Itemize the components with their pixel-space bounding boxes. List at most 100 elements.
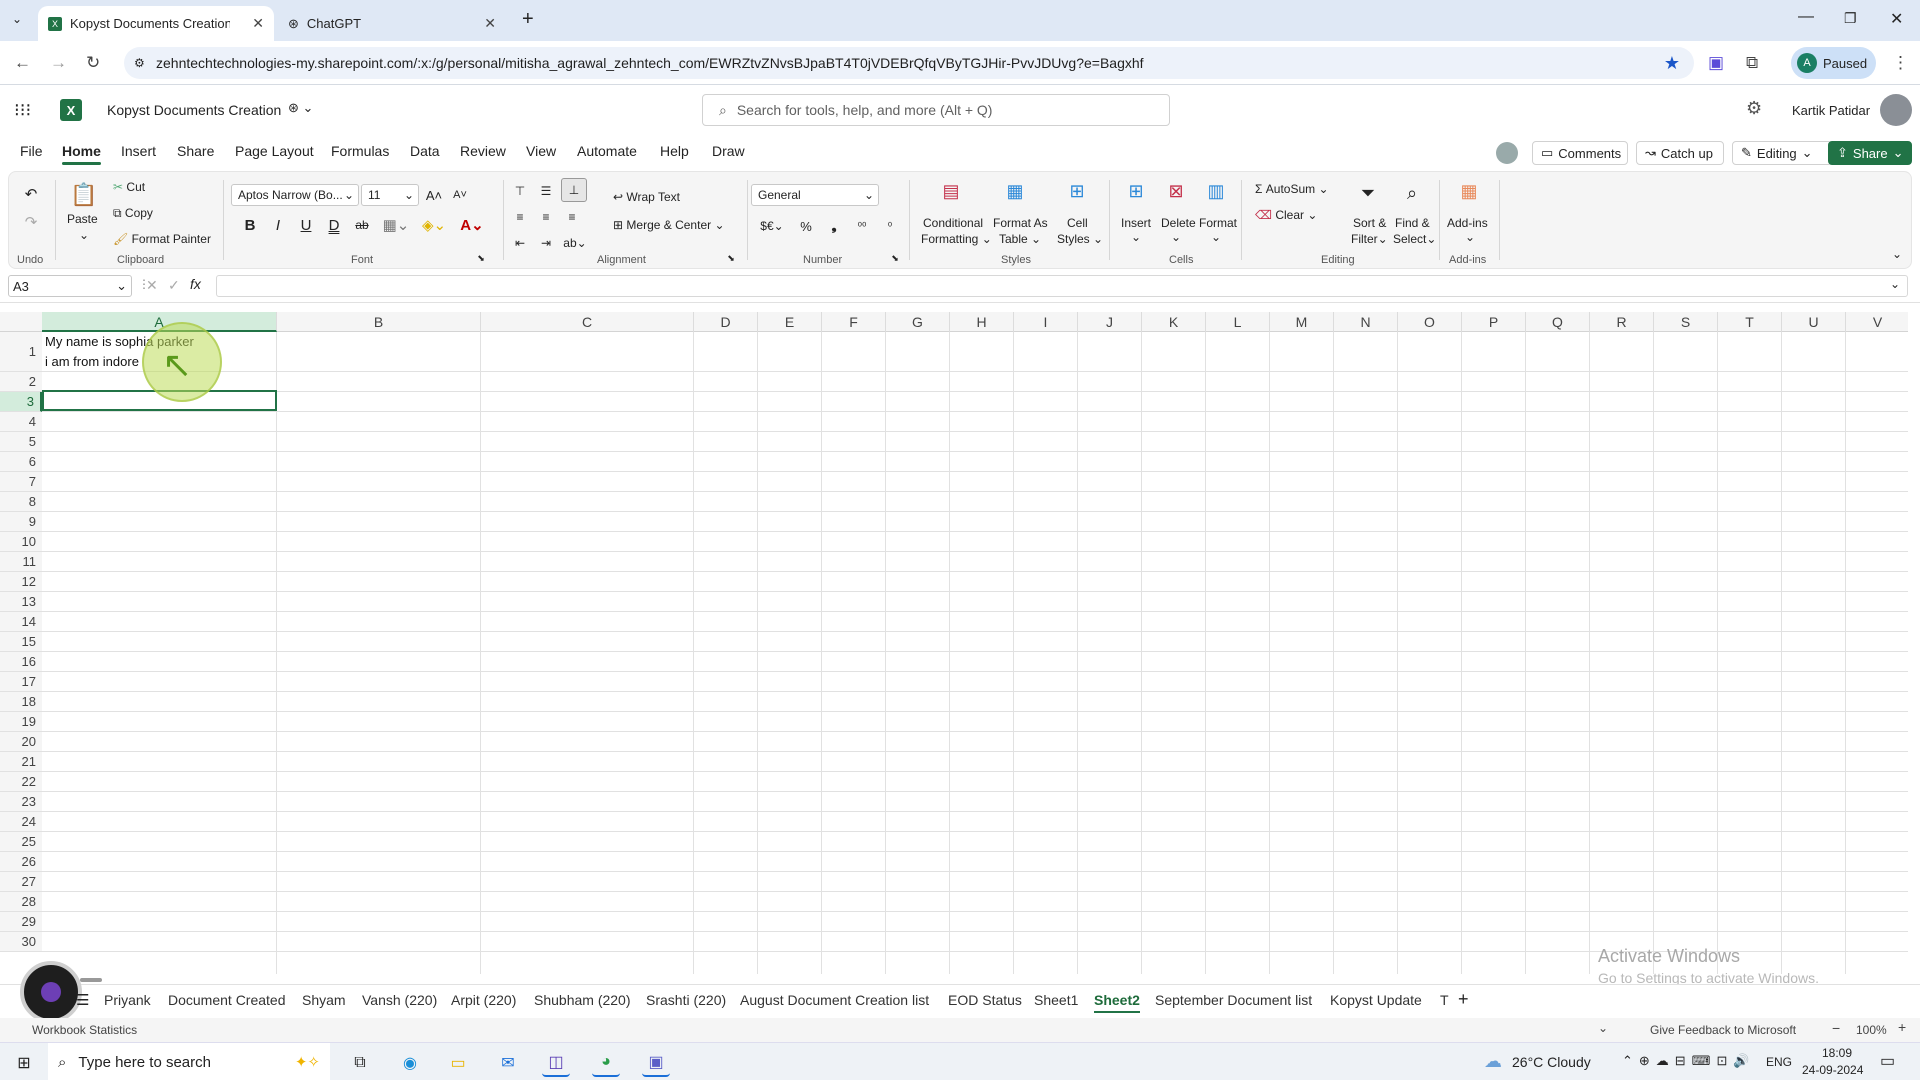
- row-header-6[interactable]: 6: [0, 452, 42, 472]
- strikethrough-button[interactable]: ab: [351, 214, 373, 236]
- find-select-label2[interactable]: Select⌄: [1393, 232, 1436, 246]
- row-header-2[interactable]: 2: [0, 372, 42, 392]
- row-header-13[interactable]: 13: [0, 592, 42, 612]
- insert-cells-icon[interactable]: ⊞: [1123, 178, 1149, 204]
- paste-icon[interactable]: 📋: [69, 180, 99, 210]
- sheet-tab-shyam[interactable]: Shyam: [302, 992, 346, 1008]
- comma-style-icon[interactable]: ❟: [823, 216, 845, 236]
- row-header-21[interactable]: 21: [0, 752, 42, 772]
- tab-home[interactable]: Home: [62, 143, 101, 165]
- taskbar-search[interactable]: ⌕ Type here to search ✦✧: [48, 1043, 330, 1081]
- alignment-dialog-launcher-icon[interactable]: ⬊: [725, 252, 737, 264]
- horizontal-scrollbar[interactable]: [80, 978, 102, 982]
- add-sheet-icon[interactable]: +: [1458, 989, 1469, 1010]
- font-name-select[interactable]: Aptos Narrow (Bo... ⌄: [231, 184, 359, 206]
- font-size-select[interactable]: 11 ⌄: [361, 184, 419, 206]
- clock-time[interactable]: 18:09: [1822, 1046, 1852, 1060]
- italic-button[interactable]: I: [267, 214, 289, 236]
- clock-date[interactable]: 24-09-2024: [1802, 1063, 1863, 1077]
- undo-icon[interactable]: ↶: [21, 184, 41, 204]
- share-button[interactable]: ⇪ Share ⌄: [1828, 141, 1912, 165]
- column-header-d[interactable]: D: [694, 312, 758, 332]
- column-header-l[interactable]: L: [1206, 312, 1270, 332]
- align-top-icon[interactable]: ⊤: [509, 180, 531, 202]
- tab-list-chevron-icon[interactable]: ⌄: [12, 12, 22, 26]
- merge-center-button[interactable]: ⊞ Merge & Center ⌄: [613, 218, 725, 232]
- format-as-table-label2[interactable]: Table ⌄: [999, 232, 1041, 246]
- align-bottom-icon[interactable]: ⊥: [561, 178, 587, 202]
- row-header-30[interactable]: 30: [0, 932, 42, 952]
- zoom-in-icon[interactable]: +: [1898, 1019, 1906, 1035]
- delete-cells-icon[interactable]: ⊠: [1163, 178, 1189, 204]
- bold-button[interactable]: B: [239, 214, 261, 236]
- url-field[interactable]: ⚙ zehntechtechnologies-my.sharepoint.com…: [124, 47, 1694, 79]
- document-title[interactable]: Kopyst Documents Creation: [107, 102, 281, 118]
- formula-input[interactable]: [216, 275, 1908, 297]
- insert-function-icon[interactable]: fx: [190, 276, 201, 292]
- column-header-f[interactable]: F: [822, 312, 886, 332]
- tab-insert[interactable]: Insert: [121, 143, 156, 159]
- row-header-26[interactable]: 26: [0, 852, 42, 872]
- tab-automate[interactable]: Automate: [577, 143, 637, 159]
- editing-mode-button[interactable]: ✎ Editing ⌄: [1732, 141, 1832, 165]
- sheet-tab-eod-status[interactable]: EOD Status: [948, 992, 1022, 1008]
- sheet-tab-document-created[interactable]: Document Created: [168, 992, 286, 1008]
- new-tab-icon[interactable]: +: [522, 8, 534, 31]
- column-header-g[interactable]: G: [886, 312, 950, 332]
- align-middle-icon[interactable]: ☰: [535, 180, 557, 202]
- workbook-statistics[interactable]: Workbook Statistics: [32, 1023, 137, 1037]
- column-header-b[interactable]: B: [277, 312, 481, 332]
- site-info-icon[interactable]: ⚙: [134, 56, 145, 70]
- orientation-icon[interactable]: ab⌄: [561, 232, 589, 254]
- column-header-v[interactable]: V: [1846, 312, 1908, 332]
- conditional-formatting-label2[interactable]: Formatting ⌄: [921, 232, 992, 246]
- sort-filter-label1[interactable]: Sort &: [1353, 216, 1386, 230]
- decrease-decimal-icon[interactable]: ⁰: [879, 216, 901, 236]
- column-header-h[interactable]: H: [950, 312, 1014, 332]
- row-header-10[interactable]: 10: [0, 532, 42, 552]
- sort-filter-icon[interactable]: ⏷: [1355, 180, 1381, 206]
- tab-review[interactable]: Review: [460, 143, 506, 159]
- reload-icon[interactable]: ↻: [86, 53, 100, 73]
- wrap-text-button[interactable]: ↩ Wrap Text: [613, 190, 680, 204]
- align-left-icon[interactable]: ≡: [509, 206, 531, 228]
- sheet-tab-sheet2[interactable]: Sheet2: [1094, 992, 1140, 1013]
- weather-icon[interactable]: ☁: [1484, 1051, 1502, 1072]
- number-dialog-launcher-icon[interactable]: ⬊: [889, 252, 901, 264]
- row-header-4[interactable]: 4: [0, 412, 42, 432]
- browser-tab-excel[interactable]: X Kopyst Documents Creation.xlsx ✕: [38, 6, 274, 41]
- insert-cells-label[interactable]: Insert: [1121, 216, 1151, 230]
- decrease-indent-icon[interactable]: ⇤: [509, 232, 531, 254]
- redo-icon[interactable]: ↷: [21, 212, 41, 232]
- tab-formulas[interactable]: Formulas: [331, 143, 389, 159]
- paste-chevron-icon[interactable]: ⌄: [79, 228, 89, 242]
- ribbon-collapse-icon[interactable]: ⌄: [1889, 246, 1905, 262]
- row-header-28[interactable]: 28: [0, 892, 42, 912]
- row-header-22[interactable]: 22: [0, 772, 42, 792]
- column-header-m[interactable]: M: [1270, 312, 1334, 332]
- windows-start-icon[interactable]: ⊞: [10, 1049, 38, 1077]
- cut-button[interactable]: ✂ Cut: [113, 180, 145, 194]
- language-indicator[interactable]: ENG: [1766, 1055, 1792, 1069]
- add-ins-icon[interactable]: ▦: [1455, 178, 1483, 204]
- row-header-3[interactable]: 3: [0, 392, 42, 412]
- sheet-tab-priyank[interactable]: Priyank: [104, 992, 151, 1008]
- row-header-25[interactable]: 25: [0, 832, 42, 852]
- find-select-label1[interactable]: Find &: [1395, 216, 1430, 230]
- recorder-button[interactable]: [20, 961, 82, 1023]
- row-header-17[interactable]: 17: [0, 672, 42, 692]
- paste-label[interactable]: Paste: [67, 212, 98, 226]
- zoom-level[interactable]: 100%: [1856, 1023, 1887, 1037]
- number-format-select[interactable]: General ⌄: [751, 184, 879, 206]
- column-header-c[interactable]: C: [481, 312, 694, 332]
- add-ins-chevron-icon[interactable]: ⌄: [1465, 230, 1475, 244]
- restore-icon[interactable]: ❐: [1844, 10, 1857, 27]
- task-view-icon[interactable]: ⧉: [346, 1049, 374, 1077]
- file-explorer-icon[interactable]: ▭: [444, 1049, 472, 1077]
- sheet-tab-t[interactable]: T: [1440, 992, 1449, 1008]
- conditional-formatting-icon[interactable]: ▤: [937, 178, 965, 204]
- teams-icon[interactable]: ▣: [642, 1049, 670, 1077]
- fill-color-icon[interactable]: ◈⌄: [419, 214, 449, 236]
- row-header-23[interactable]: 23: [0, 792, 42, 812]
- add-ins-label[interactable]: Add-ins: [1447, 216, 1488, 230]
